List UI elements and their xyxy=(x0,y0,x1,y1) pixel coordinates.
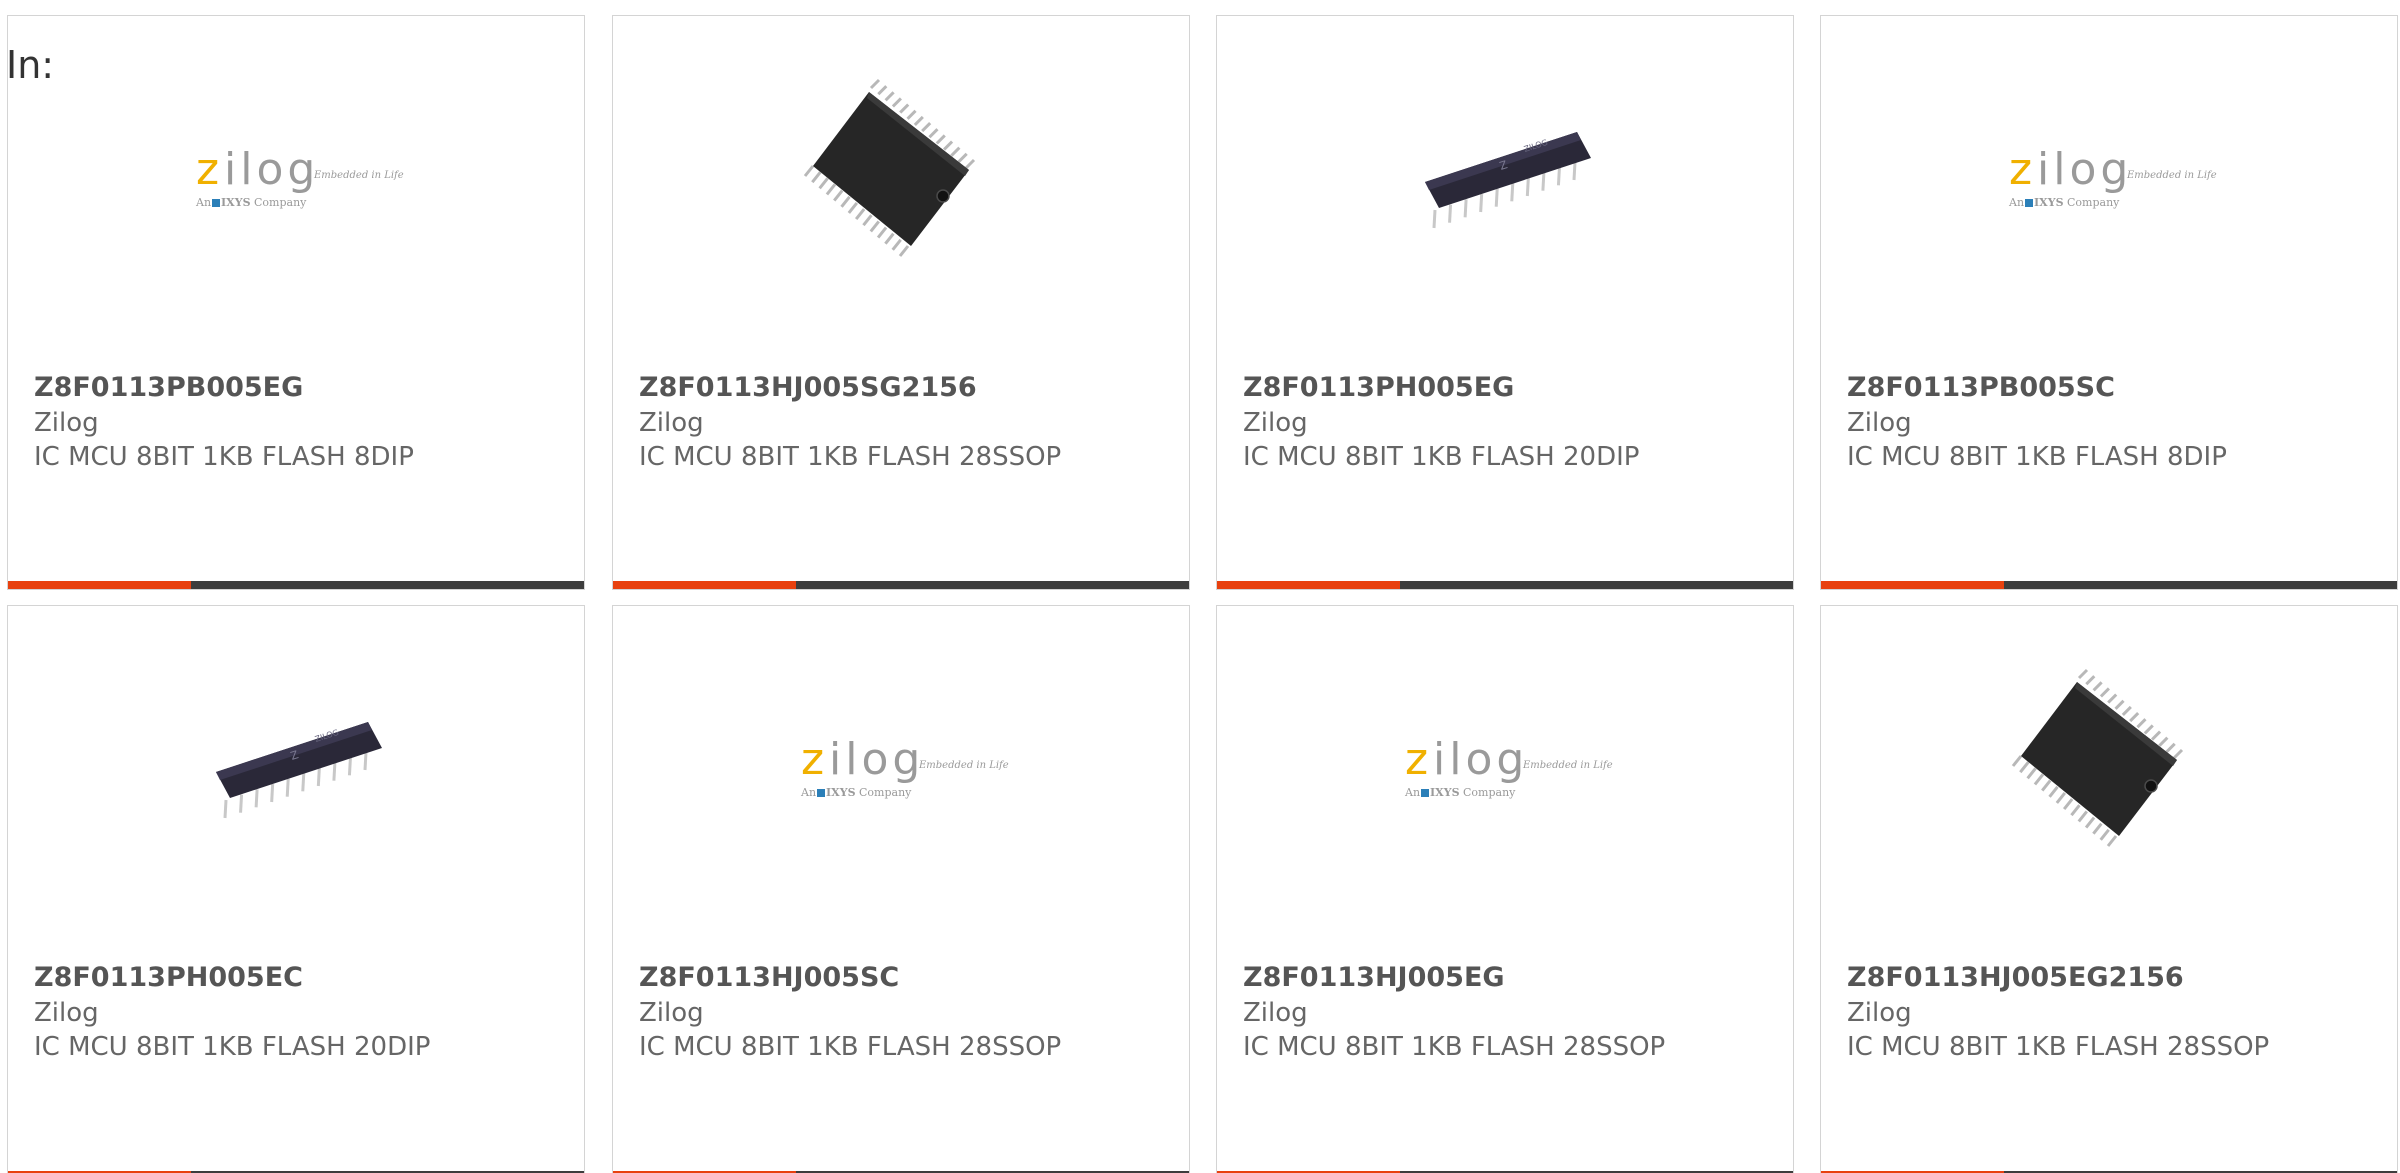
product-description: IC MCU 8BIT 1KB FLASH 20DIP xyxy=(34,1032,431,1062)
product-image[interactable]: z ilog Embedded in Life An IXYS Company xyxy=(1405,668,1613,868)
product-description: IC MCU 8BIT 1KB FLASH 28SSOP xyxy=(1243,1032,1666,1062)
product-part-number[interactable]: Z8F0113PH005EG xyxy=(1243,372,1514,403)
product-manufacturer: Zilog xyxy=(34,998,99,1028)
accent-segment xyxy=(8,581,191,589)
product-part-number[interactable]: Z8F0113HJ005EG xyxy=(1243,962,1505,993)
zilog-logo-icon: z ilog Embedded in Life An IXYS Company xyxy=(801,734,1009,800)
card-accent-bar xyxy=(613,581,1189,589)
product-grid-page: In: z ilog Embedded in Life An IXYS Company Z… xyxy=(0,0,2400,1173)
product-part-number[interactable]: Z8F0113PB005SC xyxy=(1847,372,2115,403)
filter-label: In: xyxy=(6,43,55,87)
product-part-number[interactable]: Z8F0113HJ005SC xyxy=(639,962,899,993)
card-accent-bar xyxy=(1217,581,1793,589)
zilog-logo-icon: z ilog Embedded in Life An IXYS Company xyxy=(2009,144,2217,210)
product-image[interactable] xyxy=(801,78,1001,278)
product-card[interactable]: z ilog Embedded in Life An IXYS Company Z8F01… xyxy=(1820,15,2398,590)
dark-segment xyxy=(1400,581,1793,589)
dark-segment xyxy=(2004,581,2397,589)
product-card[interactable]: Z8F0113HJ005SG2156 Zilog IC MCU 8BIT 1KB F… xyxy=(612,15,1190,590)
accent-segment xyxy=(1821,581,2004,589)
product-description: IC MCU 8BIT 1KB FLASH 20DIP xyxy=(1243,442,1640,472)
product-description: IC MCU 8BIT 1KB FLASH 8DIP xyxy=(1847,442,2227,472)
product-manufacturer: Zilog xyxy=(1243,998,1308,1028)
product-part-number[interactable]: Z8F0113HJ005EG2156 xyxy=(1847,962,2184,993)
product-image[interactable]: Z ZILOG xyxy=(196,668,396,868)
product-card[interactable]: z ilog Embedded in Life An IXYS Company Z8F01… xyxy=(1216,605,1794,1173)
dip-chip-icon: ZZILOG xyxy=(216,722,382,819)
product-image[interactable]: z ilog Embedded in Life An IXYS Company xyxy=(196,78,404,278)
product-manufacturer: Zilog xyxy=(639,408,704,438)
card-accent-bar xyxy=(1821,581,2397,589)
dark-segment xyxy=(796,581,1189,589)
product-part-number[interactable]: Z8F0113PB005EG xyxy=(34,372,303,403)
product-card[interactable]: Z8F0113HJ005EG2156 Zilog IC MCU 8BIT 1KB F… xyxy=(1820,605,2398,1173)
product-description: IC MCU 8BIT 1KB FLASH 28SSOP xyxy=(639,1032,1062,1062)
accent-segment xyxy=(1217,581,1400,589)
product-card[interactable]: Z ZILOG Z8F0113PH005EC Zilog IC MCU 8BIT 1KB… xyxy=(7,605,585,1173)
product-image[interactable]: z ilog Embedded in Life An IXYS Company xyxy=(801,668,1009,868)
product-manufacturer: Zilog xyxy=(34,408,99,438)
product-description: IC MCU 8BIT 1KB FLASH 8DIP xyxy=(34,442,414,472)
product-manufacturer: Zilog xyxy=(1847,408,1912,438)
product-manufacturer: Zilog xyxy=(1847,998,1912,1028)
product-manufacturer: Zilog xyxy=(639,998,704,1028)
product-image[interactable] xyxy=(2009,668,2209,868)
product-card[interactable]: z ilog Embedded in Life An IXYS Company Z8F01… xyxy=(7,15,585,590)
product-card[interactable]: z ilog Embedded in Life An IXYS Company Z8F01… xyxy=(612,605,1190,1173)
product-manufacturer: Zilog xyxy=(1243,408,1308,438)
ssop-chip-icon xyxy=(2011,668,2184,847)
product-description: IC MCU 8BIT 1KB FLASH 28SSOP xyxy=(639,442,1062,472)
dark-segment xyxy=(191,581,584,589)
product-part-number[interactable]: Z8F0113PH005EC xyxy=(34,962,303,993)
product-image[interactable]: Z ZILOG xyxy=(1405,78,1605,278)
ssop-chip-icon xyxy=(803,78,976,257)
zilog-logo-icon: z ilog Embedded in Life An IXYS Company xyxy=(196,144,404,210)
product-description: IC MCU 8BIT 1KB FLASH 28SSOP xyxy=(1847,1032,2270,1062)
product-card[interactable]: Z ZILOG Z8F0113PH005EG Zilog IC MCU 8BIT 1KB… xyxy=(1216,15,1794,590)
product-image[interactable]: z ilog Embedded in Life An IXYS Company xyxy=(2009,78,2217,278)
accent-segment xyxy=(613,581,796,589)
card-accent-bar xyxy=(8,581,584,589)
zilog-logo-icon: z ilog Embedded in Life An IXYS Company xyxy=(1405,734,1613,800)
dip-chip-icon: ZZILOG xyxy=(1425,132,1591,229)
product-part-number[interactable]: Z8F0113HJ005SG2156 xyxy=(639,372,977,403)
